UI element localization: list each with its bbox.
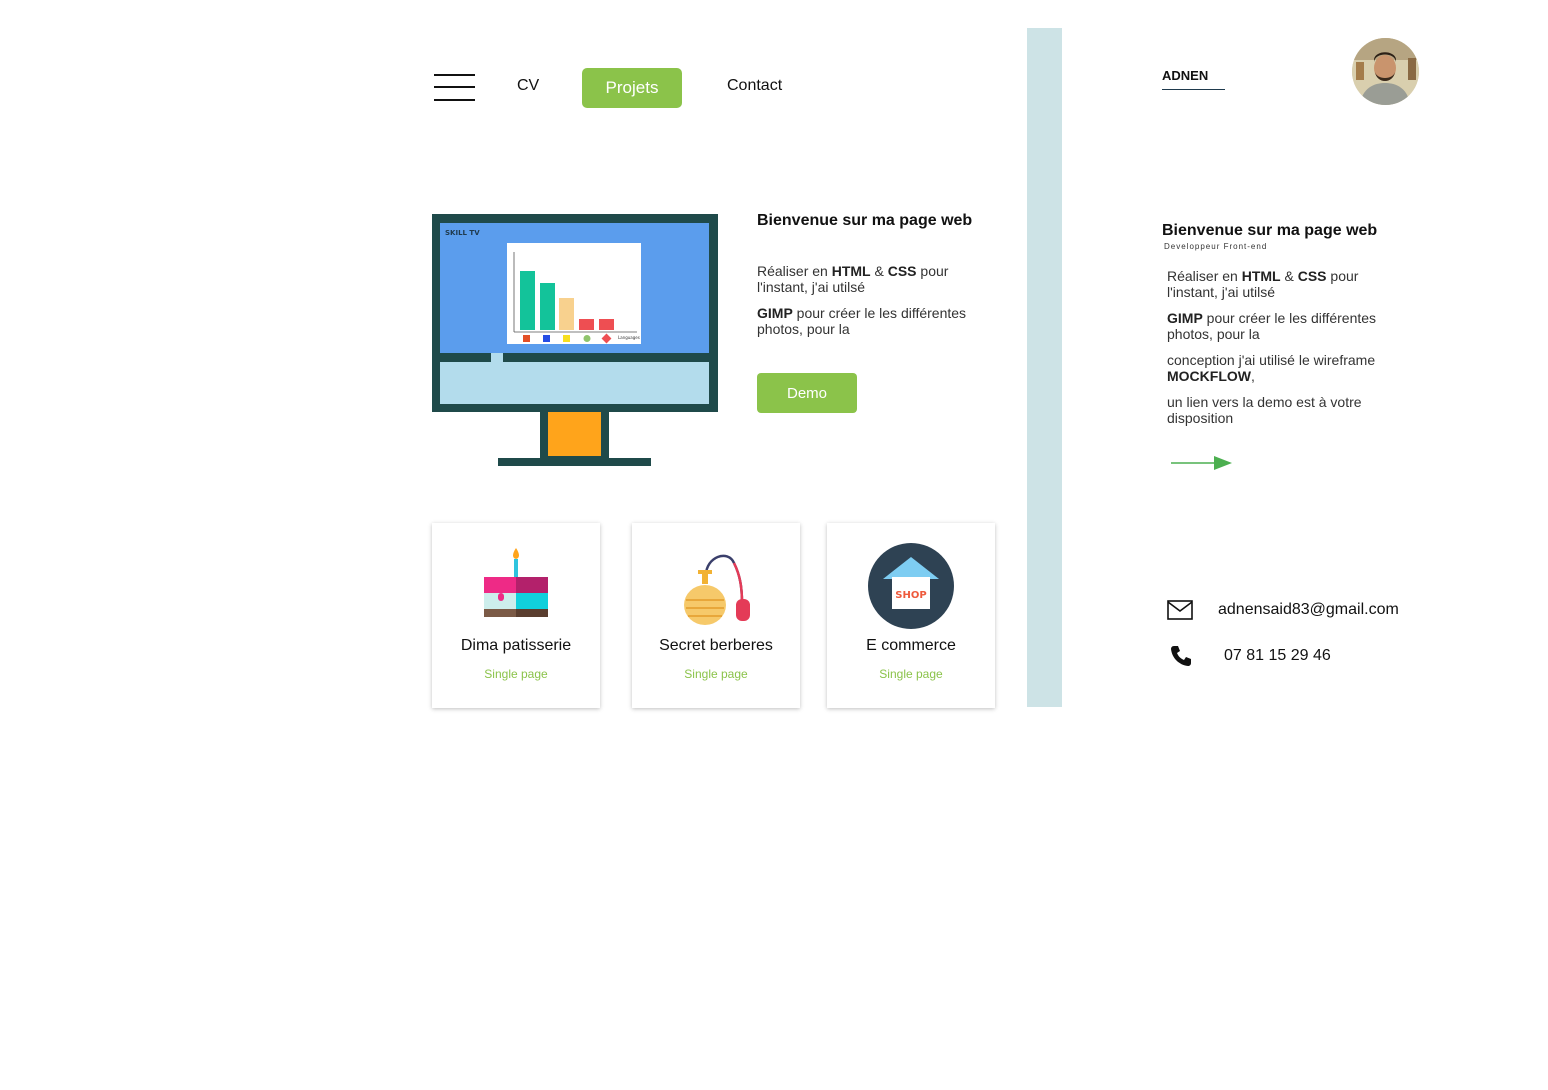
brand-name[interactable]: ADNEN <box>1162 68 1225 90</box>
phone-value[interactable]: 07 81 15 29 46 <box>1224 647 1331 665</box>
shop-icon: SHOP <box>827 543 995 629</box>
project-type: Single page <box>484 667 548 681</box>
menu-line <box>434 74 475 76</box>
chart-caption: Languages <box>618 335 640 340</box>
email-value[interactable]: adnensaid83@gmail.com <box>1218 601 1399 619</box>
monitor-illustration: SKILL TV Languages <box>432 214 718 466</box>
demo-button[interactable]: Demo <box>757 373 857 413</box>
project-type: Single page <box>879 667 943 681</box>
cake-icon <box>432 545 600 619</box>
nav-cv-link[interactable]: CV <box>517 77 539 95</box>
project-title: Dima patisserie <box>460 637 572 654</box>
shop-icon-text: SHOP <box>895 590 926 601</box>
phone-row: 07 81 15 29 46 <box>1167 645 1331 667</box>
phone-icon <box>1171 646 1191 666</box>
sidebar-paragraph-2: GIMP pour créer le les différentes photo… <box>1167 310 1377 342</box>
project-title: Secret berberes <box>659 637 773 654</box>
perfume-bottle-icon <box>632 545 800 625</box>
mail-icon <box>1167 600 1193 620</box>
project-card-secret-berberes[interactable]: Secret berberes Single page <box>632 523 800 708</box>
sidebar-title: Bienvenue sur ma page web <box>1162 222 1378 239</box>
project-title: E commerce <box>866 637 956 654</box>
sidebar-subtitle: Developpeur Front-end <box>1164 242 1268 251</box>
nav-projets-link[interactable]: Projets <box>582 68 682 108</box>
sidebar-paragraph-3: conception j'ai utilisé le wireframe MOC… <box>1167 352 1376 384</box>
hamburger-menu-icon[interactable] <box>434 72 475 103</box>
project-card-e-commerce[interactable]: SHOP E commerce Single page <box>827 523 995 708</box>
profile-avatar <box>1352 38 1419 105</box>
menu-line <box>434 86 475 88</box>
sidebar-paragraph-4: un lien vers la demo est à votre disposi… <box>1167 394 1362 426</box>
project-type: Single page <box>684 667 748 681</box>
hero-paragraph-1: Réaliser en HTML & CSS pour l'instant, j… <box>757 263 949 295</box>
nav-contact-link[interactable]: Contact <box>727 77 782 95</box>
email-row: adnensaid83@gmail.com <box>1167 600 1399 620</box>
sidebar-paragraph-1: Réaliser en HTML & CSS pour l'instant, j… <box>1167 268 1359 300</box>
hero-title: Bienvenue sur ma page web <box>757 212 973 229</box>
divider-bar <box>1027 28 1062 707</box>
project-card-dima-patisserie[interactable]: Dima patisserie Single page <box>432 523 600 708</box>
hero-paragraph-2: GIMP pour créer le les différentes photo… <box>757 305 967 337</box>
menu-line <box>434 99 475 101</box>
arrow-right-icon[interactable] <box>1170 454 1232 472</box>
screen-label: SKILL TV <box>445 229 480 237</box>
